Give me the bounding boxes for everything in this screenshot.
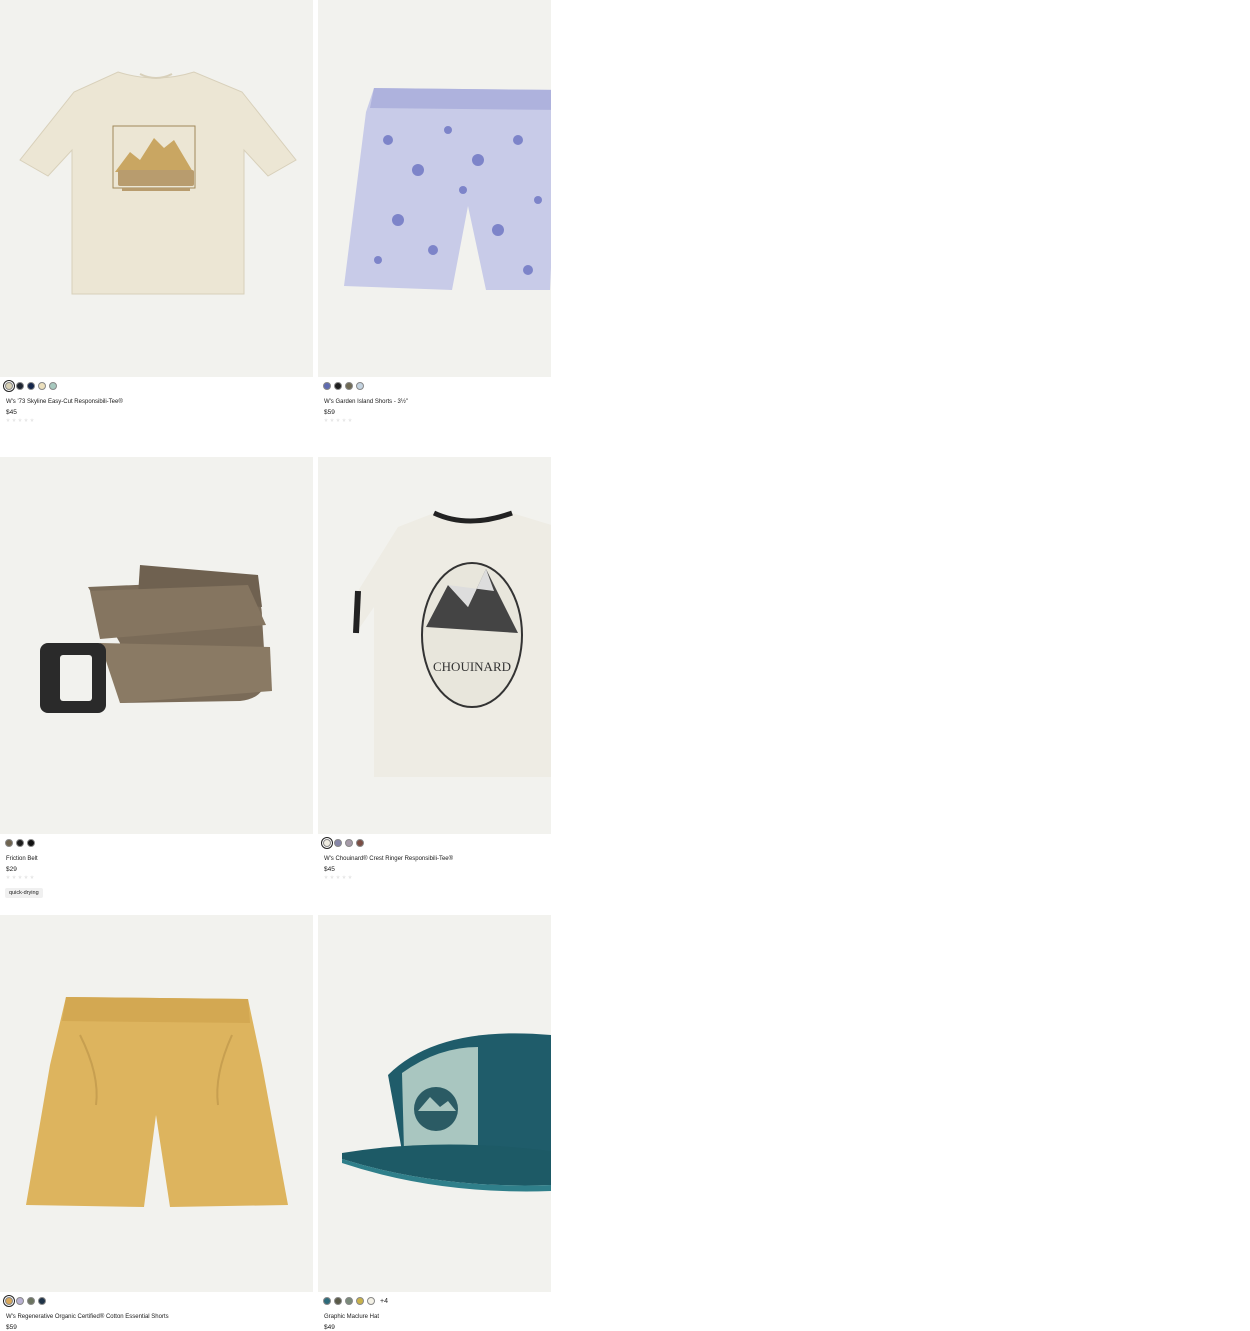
product-image[interactable]: [318, 0, 551, 377]
star-icon: [30, 875, 34, 879]
belt-icon: [40, 565, 272, 713]
product-name[interactable]: Friction Belt: [6, 856, 38, 862]
star-icon: [336, 875, 340, 879]
color-swatch[interactable]: [367, 1297, 375, 1305]
product-image[interactable]: [0, 915, 313, 1292]
rating-stars: [6, 875, 34, 879]
product-card[interactable]: W's Regenerative Organic Certified® Cott…: [0, 915, 313, 1331]
star-icon: [348, 418, 352, 422]
star-icon: [342, 875, 346, 879]
cap-icon: [342, 1033, 551, 1192]
color-swatch[interactable]: [356, 382, 364, 390]
color-swatch[interactable]: [38, 1297, 46, 1305]
cream-tee-icon: [19, 71, 297, 295]
product-image[interactable]: CHOUINARD: [318, 457, 551, 834]
color-swatch[interactable]: [16, 382, 24, 390]
color-swatch[interactable]: [16, 1297, 24, 1305]
color-swatch[interactable]: [323, 1297, 331, 1305]
color-swatch[interactable]: [334, 1297, 342, 1305]
star-icon: [324, 875, 328, 879]
color-swatches: [5, 839, 35, 847]
star-icon: [30, 418, 34, 422]
color-swatch[interactable]: [356, 1297, 364, 1305]
more-colors-link[interactable]: +4: [380, 1298, 388, 1305]
product-price: $45: [324, 866, 335, 873]
color-swatch[interactable]: [16, 839, 24, 847]
color-swatches: [3, 380, 57, 392]
product-price: $59: [6, 1324, 17, 1331]
product-card[interactable]: +4 Graphic Maclure Hat $49: [318, 915, 551, 1331]
color-swatch[interactable]: [27, 1297, 35, 1305]
star-icon: [12, 418, 16, 422]
star-icon: [324, 418, 328, 422]
color-swatch[interactable]: [3, 380, 15, 392]
color-swatches: [323, 382, 364, 390]
color-swatch[interactable]: [323, 382, 331, 390]
color-swatch[interactable]: [334, 839, 342, 847]
star-icon: [342, 418, 346, 422]
ringer-tee-icon: CHOUINARD: [353, 510, 551, 777]
product-price: $59: [324, 409, 335, 416]
star-icon: [6, 418, 10, 422]
color-swatches: +4: [323, 1297, 388, 1305]
product-name[interactable]: W's Regenerative Organic Certified® Cott…: [6, 1314, 169, 1320]
product-image[interactable]: [0, 457, 313, 834]
rating-stars: [324, 875, 352, 879]
feature-tag: quick-drying: [5, 888, 43, 898]
rating-stars: [6, 418, 34, 422]
product-image[interactable]: [318, 915, 551, 1292]
product-card[interactable]: W's '73 Skyline Easy-Cut Responsibili-Te…: [0, 0, 313, 457]
color-swatch[interactable]: [38, 382, 46, 390]
star-icon: [330, 875, 334, 879]
color-swatches: [3, 1295, 46, 1307]
star-icon: [12, 875, 16, 879]
product-price: $45: [6, 409, 17, 416]
color-swatch[interactable]: [27, 839, 35, 847]
product-image[interactable]: [0, 0, 313, 377]
product-name[interactable]: W's '73 Skyline Easy-Cut Responsibili-Te…: [6, 399, 123, 405]
star-icon: [348, 875, 352, 879]
product-card[interactable]: Friction Belt $29 quick-drying: [0, 457, 313, 915]
product-price: $29: [6, 866, 17, 873]
product-price: $49: [324, 1324, 335, 1331]
star-icon: [24, 875, 28, 879]
color-swatch[interactable]: [27, 382, 35, 390]
color-swatch[interactable]: [345, 1297, 353, 1305]
star-icon: [6, 875, 10, 879]
star-icon: [330, 418, 334, 422]
product-name[interactable]: Graphic Maclure Hat: [324, 1314, 379, 1320]
star-icon: [18, 418, 22, 422]
color-swatch[interactable]: [356, 839, 364, 847]
color-swatch[interactable]: [49, 382, 57, 390]
color-swatch[interactable]: [345, 839, 353, 847]
svg-text:CHOUINARD: CHOUINARD: [433, 659, 511, 674]
rating-stars: [324, 418, 352, 422]
color-swatches: [321, 837, 364, 849]
color-swatch[interactable]: [321, 837, 333, 849]
product-name[interactable]: W's Chouinard® Crest Ringer Responsibili…: [324, 856, 453, 862]
color-swatch[interactable]: [345, 382, 353, 390]
star-icon: [18, 875, 22, 879]
color-swatch[interactable]: [5, 839, 13, 847]
star-icon: [24, 418, 28, 422]
yellow-shorts-icon: [26, 997, 288, 1207]
product-card[interactable]: CHOUINARD W's Chouinard® Crest Ringer Re…: [318, 457, 551, 915]
product-name[interactable]: W's Garden Island Shorts - 3½": [324, 399, 408, 405]
floral-shorts-icon: [344, 88, 551, 290]
color-swatch[interactable]: [334, 382, 342, 390]
product-card[interactable]: W's Garden Island Shorts - 3½" $59: [318, 0, 551, 457]
color-swatch[interactable]: [3, 1295, 15, 1307]
star-icon: [336, 418, 340, 422]
